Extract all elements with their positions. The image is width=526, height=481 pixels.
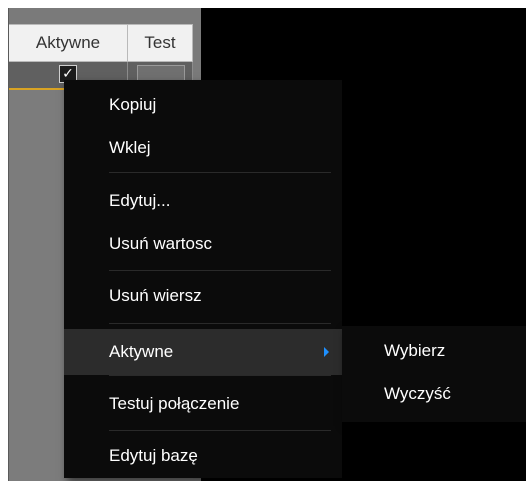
submenu-item-wyczysc[interactable]: Wyczyść <box>342 372 526 416</box>
context-menu: Kopiuj Wklej Edytuj... Usuń wartosc Usuń… <box>64 80 342 478</box>
menu-separator <box>109 430 331 431</box>
column-header-aktywne[interactable]: Aktywne <box>9 25 128 61</box>
menu-separator <box>109 172 331 173</box>
menu-separator <box>109 375 331 376</box>
menu-item-aktywne-label: Aktywne <box>109 342 174 361</box>
grid-header: Aktywne Test <box>9 24 193 62</box>
menu-separator <box>109 270 331 271</box>
menu-item-kopiuj[interactable]: Kopiuj <box>64 82 342 128</box>
menu-item-testuj-polaczenie[interactable]: Testuj połączenie <box>64 381 342 427</box>
menu-item-edytuj-baze[interactable]: Edytuj bazę <box>64 433 342 479</box>
chevron-right-icon <box>324 347 329 357</box>
menu-item-usun-wiersz[interactable]: Usuń wiersz <box>64 273 342 319</box>
menu-item-aktywne[interactable]: Aktywne <box>64 329 342 375</box>
column-header-test[interactable]: Test <box>128 25 193 61</box>
submenu-aktywne: Wybierz Wyczyść <box>342 326 526 422</box>
menu-separator <box>109 323 331 324</box>
menu-item-wklej[interactable]: Wklej <box>64 125 342 171</box>
submenu-item-wybierz[interactable]: Wybierz <box>342 329 526 373</box>
menu-item-edytuj[interactable]: Edytuj... <box>64 178 342 224</box>
menu-item-usun-wartosc[interactable]: Usuń wartosc <box>64 221 342 267</box>
app-viewport: Aktywne Test ✓ Kopiuj Wklej Edytuj... Us… <box>0 0 526 481</box>
